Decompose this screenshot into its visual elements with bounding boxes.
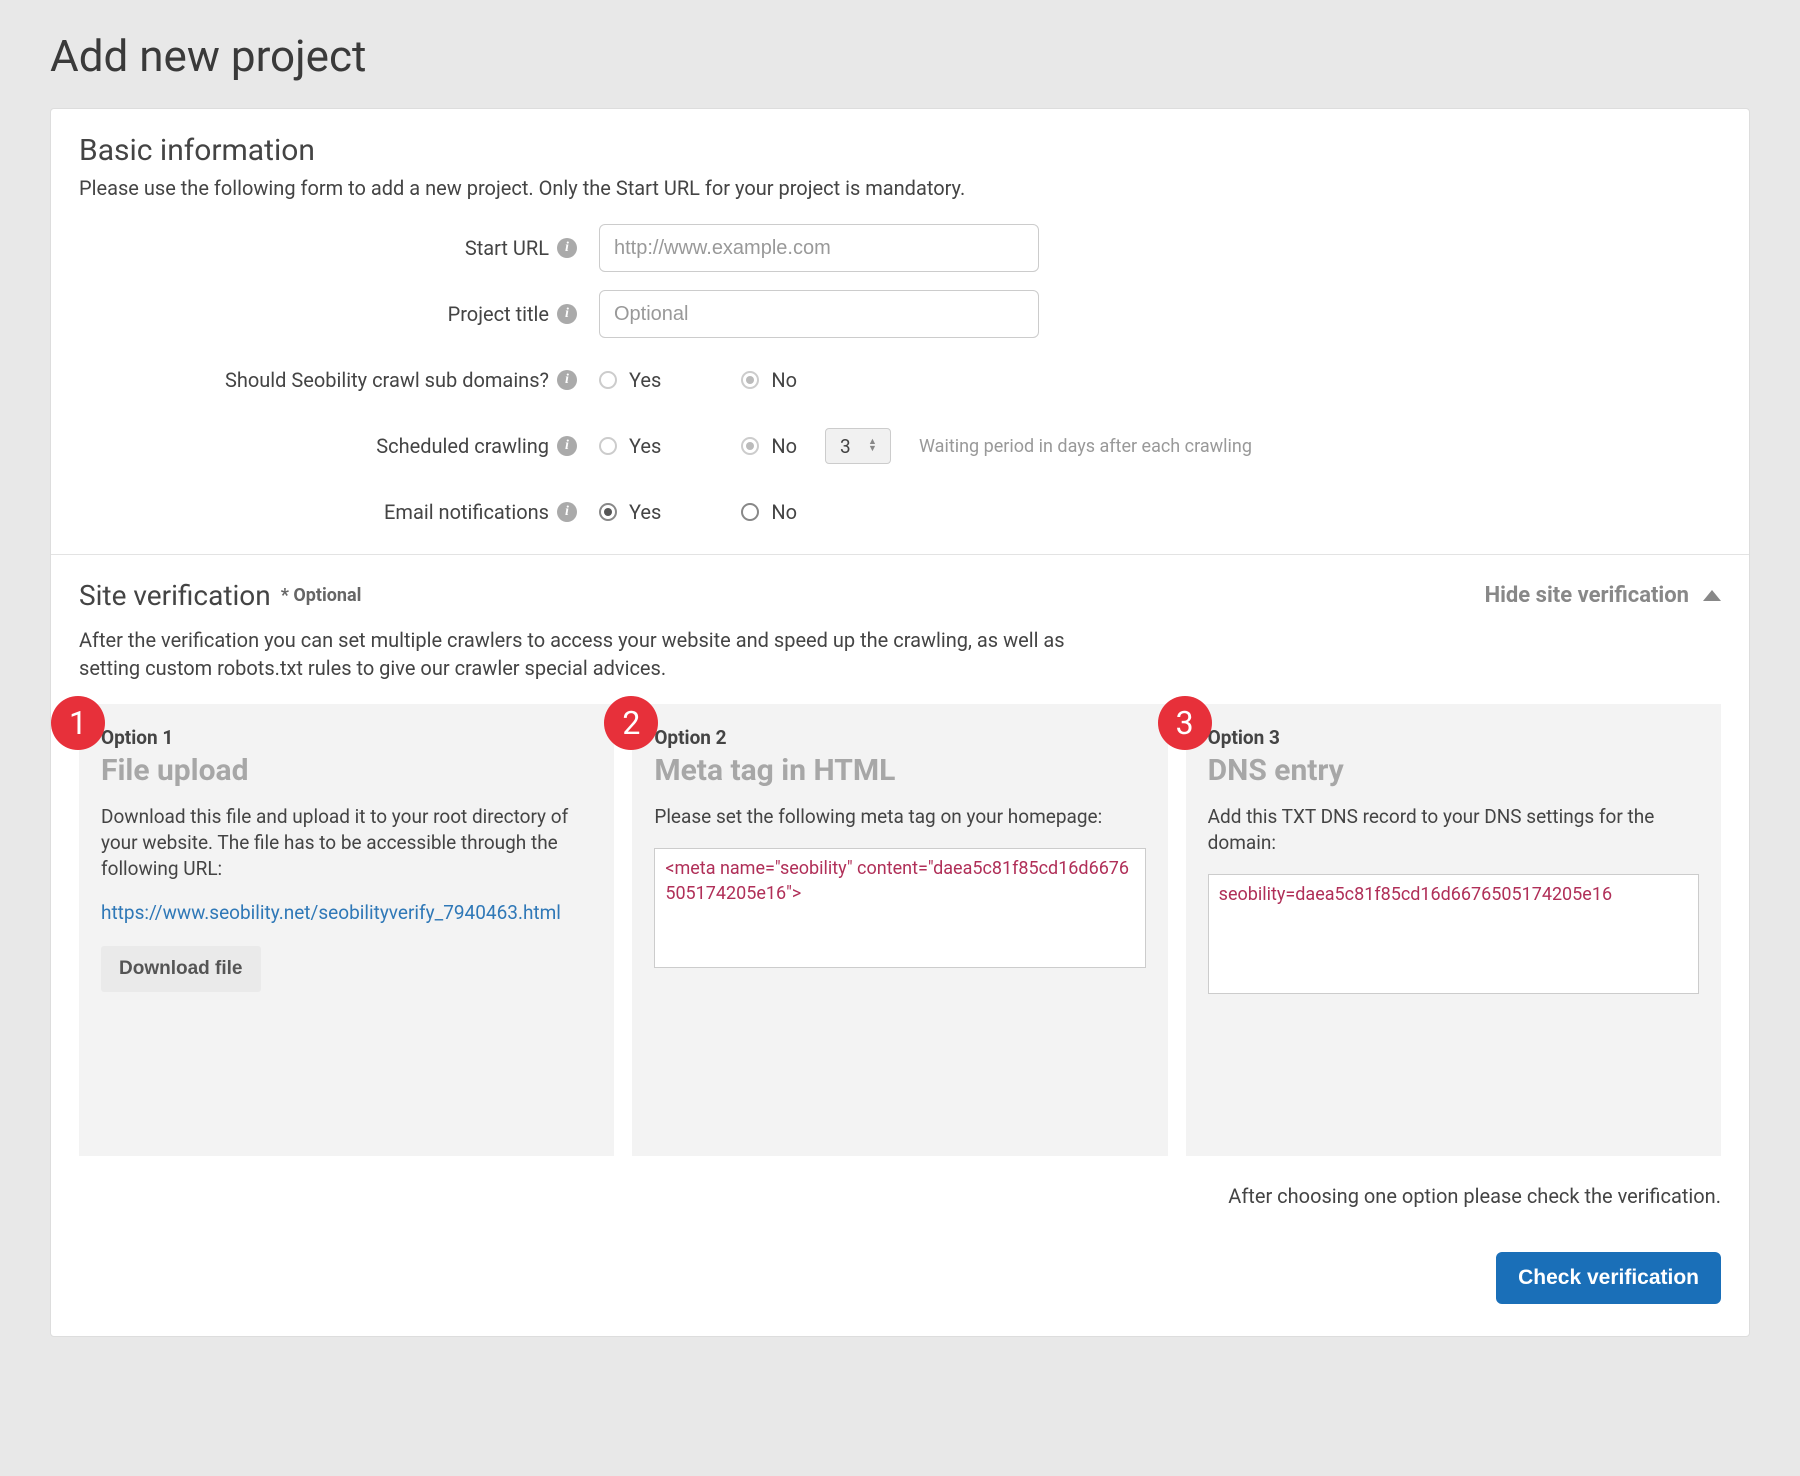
radio-icon [741, 437, 759, 455]
project-title-row: Project title i [79, 290, 1721, 338]
crawling-days-stepper[interactable]: 3 ▲▼ [825, 428, 891, 464]
hide-label: Hide site verification [1485, 583, 1689, 608]
option-text: Add this TXT DNS record to your DNS sett… [1208, 804, 1699, 856]
hide-site-verification-toggle[interactable]: Hide site verification [1485, 583, 1721, 608]
radio-label: No [771, 434, 797, 458]
optional-badge: * Optional [281, 585, 362, 606]
info-icon[interactable]: i [557, 304, 577, 324]
site-verification-header: Site verification * Optional Hide site v… [79, 579, 1721, 612]
email-notifications-no[interactable]: No [741, 500, 797, 524]
scheduled-crawling-no[interactable]: No [741, 434, 797, 458]
verification-footer-text: After choosing one option please check t… [79, 1184, 1721, 1208]
divider [51, 554, 1749, 555]
scheduled-crawling-yes[interactable]: Yes [599, 434, 661, 458]
radio-icon [599, 437, 617, 455]
option-title: Meta tag in HTML [654, 753, 1145, 788]
option-card-dns-entry: 3 Option 3 DNS entry Add this TXT DNS re… [1186, 704, 1721, 1156]
radio-label: Yes [629, 500, 661, 524]
scheduled-crawling-row: Scheduled crawling i Yes No 3 [79, 422, 1721, 470]
radio-label: No [771, 500, 797, 524]
waiting-period-text: Waiting period in days after each crawli… [919, 436, 1252, 457]
radio-icon [599, 371, 617, 389]
dns-txt-code[interactable]: seobility=daea5c81f85cd16d6676505174205e… [1208, 874, 1699, 994]
page-title: Add new project [50, 30, 1750, 82]
option-title: File upload [101, 753, 592, 788]
option-number-badge: 2 [604, 696, 658, 750]
start-url-row: Start URL i [79, 224, 1721, 272]
info-icon[interactable]: i [557, 436, 577, 456]
check-verification-button[interactable]: Check verification [1496, 1252, 1721, 1304]
crawl-subdomains-no[interactable]: No [741, 368, 797, 392]
radio-icon [741, 503, 759, 521]
email-notifications-yes[interactable]: Yes [599, 500, 661, 524]
download-file-button[interactable]: Download file [101, 946, 261, 992]
scheduled-crawling-label: Scheduled crawling [376, 434, 549, 458]
option-title: DNS entry [1208, 753, 1699, 788]
verification-options-row: 1 Option 1 File upload Download this fil… [79, 704, 1721, 1156]
option-number-badge: 1 [51, 696, 105, 750]
option-text: Please set the following meta tag on you… [654, 804, 1145, 830]
crawl-subdomains-label: Should Seobility crawl sub domains? [225, 368, 549, 392]
basic-info-heading: Basic information [79, 133, 1721, 168]
verification-file-link[interactable]: https://www.seobility.net/seobilityverif… [101, 901, 592, 924]
email-notifications-row: Email notifications i Yes No [79, 488, 1721, 536]
crawl-subdomains-row: Should Seobility crawl sub domains? i Ye… [79, 356, 1721, 404]
option-text: Download this file and upload it to your… [101, 804, 592, 883]
option-label: Option 3 [1208, 726, 1699, 749]
stepper-arrows-icon: ▲▼ [868, 439, 884, 453]
meta-tag-code[interactable]: <meta name="seobility" content="daea5c81… [654, 848, 1145, 968]
option-card-file-upload: 1 Option 1 File upload Download this fil… [79, 704, 614, 1156]
radio-label: Yes [629, 434, 661, 458]
project-panel: Basic information Please use the followi… [50, 108, 1750, 1337]
site-verification-description: After the verification you can set multi… [79, 626, 1129, 682]
start-url-label: Start URL [465, 236, 549, 260]
caret-up-icon [1703, 590, 1721, 601]
project-title-input[interactable] [599, 290, 1039, 338]
stepper-value: 3 [840, 435, 851, 458]
crawl-subdomains-yes[interactable]: Yes [599, 368, 661, 392]
site-verification-heading: Site verification [79, 579, 271, 612]
info-icon[interactable]: i [557, 370, 577, 390]
option-label: Option 1 [101, 726, 592, 749]
start-url-input[interactable] [599, 224, 1039, 272]
radio-label: No [771, 368, 797, 392]
email-notifications-label: Email notifications [384, 500, 549, 524]
basic-info-description: Please use the following form to add a n… [79, 176, 1721, 200]
info-icon[interactable]: i [557, 502, 577, 522]
option-card-meta-tag: 2 Option 2 Meta tag in HTML Please set t… [632, 704, 1167, 1156]
radio-label: Yes [629, 368, 661, 392]
radio-icon [599, 503, 617, 521]
radio-icon [741, 371, 759, 389]
project-title-label: Project title [448, 302, 549, 326]
option-number-badge: 3 [1158, 696, 1212, 750]
option-label: Option 2 [654, 726, 1145, 749]
info-icon[interactable]: i [557, 238, 577, 258]
